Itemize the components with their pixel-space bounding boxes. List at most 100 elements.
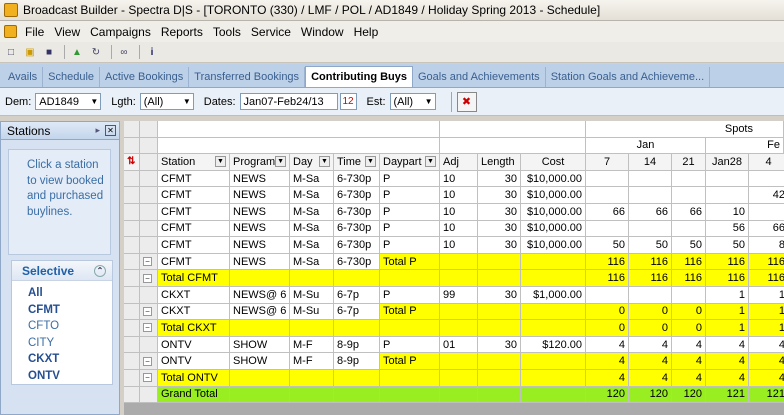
cell-day[interactable]: M-Sa xyxy=(290,170,334,188)
cell-program[interactable]: NEWS xyxy=(230,220,290,238)
cell-day[interactable] xyxy=(290,320,334,337)
cell-week[interactable]: 116 xyxy=(629,270,672,287)
cell-week[interactable]: 4 xyxy=(629,336,672,354)
tab-active-bookings[interactable]: Active Bookings xyxy=(100,67,190,87)
cell-daypart[interactable]: P xyxy=(380,170,440,188)
link-icon[interactable]: ∞ xyxy=(116,44,132,60)
cell-cost[interactable] xyxy=(521,370,586,387)
tab-avails[interactable]: Avails xyxy=(3,67,44,87)
cell-daypart[interactable] xyxy=(380,386,440,404)
cell-length[interactable]: 30 xyxy=(478,204,521,221)
collapse-icon[interactable]: − xyxy=(143,257,152,267)
cell-week[interactable] xyxy=(672,287,706,304)
collapse-icon[interactable]: ⌃ xyxy=(94,264,106,277)
cell-week[interactable]: 116 xyxy=(749,253,784,271)
sort-icon[interactable]: ⇅ xyxy=(124,154,140,171)
cell-station[interactable]: CFMT xyxy=(158,237,230,254)
open-icon[interactable]: ▣ xyxy=(22,44,38,60)
cell-week[interactable]: 42 xyxy=(749,187,784,204)
cell-program[interactable] xyxy=(230,386,290,404)
column-header-week-jan28[interactable]: Jan28 xyxy=(706,154,749,171)
selective-header[interactable]: Selective ⌃ xyxy=(12,261,112,281)
cell-day[interactable]: M-Sa xyxy=(290,253,334,271)
cell-length[interactable] xyxy=(478,270,521,287)
cell-time[interactable]: 6-730p xyxy=(334,204,380,221)
cell-week[interactable]: 50 xyxy=(629,237,672,254)
cell-time[interactable]: 6-730p xyxy=(334,220,380,238)
cell-week[interactable]: 0 xyxy=(629,320,672,337)
column-header-time[interactable]: Time ▼ xyxy=(334,154,380,171)
cell-week[interactable]: 120 xyxy=(672,386,706,404)
cell-adj[interactable] xyxy=(440,270,478,287)
cell-week[interactable]: 4 xyxy=(749,336,784,354)
cell-week[interactable]: 0 xyxy=(672,303,706,321)
row-expander[interactable]: − xyxy=(140,353,158,370)
cell-station[interactable]: CFMT xyxy=(158,187,230,204)
cell-length[interactable]: 30 xyxy=(478,187,521,204)
cell-length[interactable]: 30 xyxy=(478,220,521,238)
cell-program[interactable]: NEWS@ 6 xyxy=(230,303,290,321)
cell-length[interactable]: 30 xyxy=(478,287,521,304)
menu-tools[interactable]: Tools xyxy=(213,25,241,39)
cell-week[interactable]: 116 xyxy=(706,270,749,287)
cell-time[interactable]: 8-9p xyxy=(334,336,380,354)
cell-station[interactable]: CFMT xyxy=(158,253,230,271)
column-header-day[interactable]: Day ▼ xyxy=(290,154,334,171)
cell-station[interactable]: Total CKXT xyxy=(158,320,230,337)
cell-week[interactable] xyxy=(586,220,629,238)
cell-week[interactable]: 66 xyxy=(749,220,784,238)
station-link-all[interactable]: All xyxy=(12,285,112,302)
cell-week[interactable]: 121 xyxy=(706,386,749,404)
cell-adj[interactable] xyxy=(440,253,478,271)
export-icon[interactable]: ▲ xyxy=(69,44,85,60)
cell-week[interactable]: 10 xyxy=(706,204,749,221)
cell-cost[interactable] xyxy=(521,353,586,370)
cell-daypart[interactable]: P xyxy=(380,187,440,204)
cell-station[interactable]: CFMT xyxy=(158,170,230,188)
menu-campaigns[interactable]: Campaigns xyxy=(90,25,151,39)
tab-schedule[interactable]: Schedule xyxy=(43,67,101,87)
cell-length[interactable] xyxy=(478,320,521,337)
collapse-icon[interactable]: − xyxy=(143,306,152,316)
collapse-icon[interactable]: − xyxy=(143,273,152,283)
cell-adj[interactable]: 10 xyxy=(440,187,478,204)
cell-week[interactable]: 50 xyxy=(586,237,629,254)
cell-station[interactable]: ONTV xyxy=(158,353,230,370)
cell-station[interactable]: CKXT xyxy=(158,287,230,304)
menu-service[interactable]: Service xyxy=(251,25,291,39)
cell-week[interactable] xyxy=(629,220,672,238)
cell-daypart[interactable] xyxy=(380,320,440,337)
cell-station[interactable]: ONTV xyxy=(158,336,230,354)
cell-week[interactable]: 1 xyxy=(706,287,749,304)
row-expander[interactable]: − xyxy=(140,303,158,321)
cell-week[interactable]: 120 xyxy=(629,386,672,404)
cell-time[interactable] xyxy=(334,320,380,337)
station-link-cfmt[interactable]: CFMT xyxy=(12,302,112,319)
column-filter-icon[interactable]: ▼ xyxy=(275,156,286,168)
cell-week[interactable] xyxy=(629,287,672,304)
cell-length[interactable] xyxy=(478,370,521,387)
row-expander[interactable]: − xyxy=(140,320,158,337)
cell-adj[interactable] xyxy=(440,303,478,321)
cell-day[interactable] xyxy=(290,386,334,404)
cell-program[interactable]: SHOW xyxy=(230,353,290,370)
cell-week[interactable]: 121 xyxy=(749,386,784,404)
cell-week[interactable]: 8 xyxy=(749,237,784,254)
cell-week[interactable]: 66 xyxy=(629,204,672,221)
cell-program[interactable]: NEWS xyxy=(230,237,290,254)
cell-week[interactable] xyxy=(586,187,629,204)
cell-program[interactable]: NEWS xyxy=(230,187,290,204)
cell-daypart[interactable]: P xyxy=(380,220,440,238)
cell-week[interactable]: 4 xyxy=(706,336,749,354)
cell-length[interactable] xyxy=(478,303,521,321)
cell-time[interactable] xyxy=(334,386,380,404)
cell-day[interactable] xyxy=(290,270,334,287)
cell-week[interactable] xyxy=(706,187,749,204)
cell-daypart[interactable] xyxy=(380,370,440,387)
cell-cost[interactable]: $120.00 xyxy=(521,336,586,354)
cell-program[interactable] xyxy=(230,370,290,387)
cell-program[interactable] xyxy=(230,270,290,287)
menu-reports[interactable]: Reports xyxy=(161,25,203,39)
cell-week[interactable] xyxy=(749,170,784,188)
tab-transferred-bookings[interactable]: Transferred Bookings xyxy=(189,67,306,87)
